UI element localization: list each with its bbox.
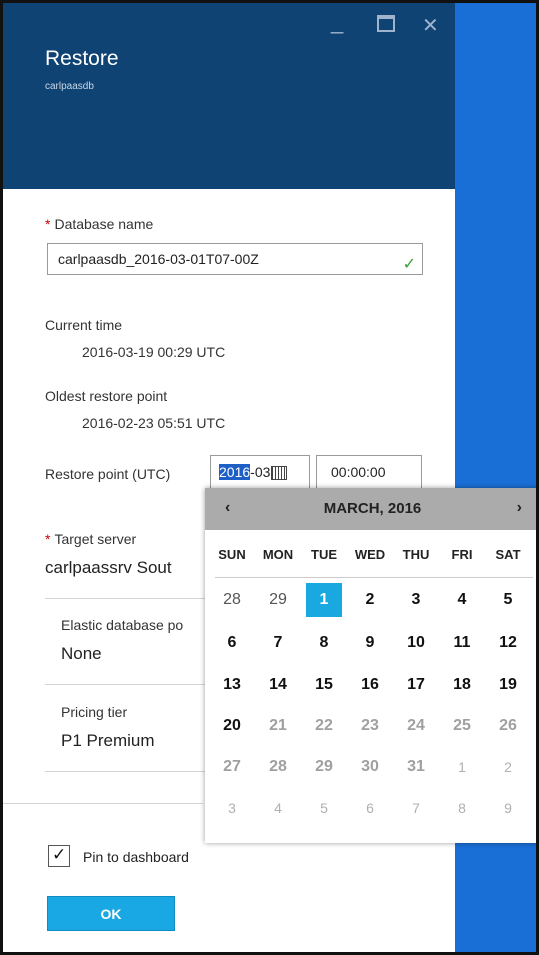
checkmark-icon: ✓ — [52, 845, 67, 864]
calendar-day[interactable]: 17 — [398, 668, 434, 702]
calendar-day[interactable]: 9 — [490, 791, 526, 825]
valid-check-icon: ✓ — [402, 256, 416, 273]
weekday-label: MON — [262, 547, 294, 562]
calendar-day[interactable]: 14 — [260, 668, 296, 702]
database-name-field[interactable]: carlpaasdb_2016-03-01T07-00Z ✓ — [47, 243, 423, 275]
current-time-label: Current time — [45, 317, 123, 333]
weekday-label: WED — [354, 547, 386, 562]
page-title: Restore — [45, 47, 119, 70]
calendar-day[interactable]: 29 — [260, 583, 296, 617]
calendar-day[interactable]: 5 — [490, 583, 526, 617]
calendar-day[interactable]: 29 — [306, 750, 342, 784]
calendar-day[interactable]: 7 — [398, 791, 434, 825]
calendar-day[interactable]: 8 — [306, 626, 342, 660]
calendar-day[interactable]: 3 — [398, 583, 434, 617]
calendar-day[interactable]: 23 — [352, 709, 388, 743]
calendar-day[interactable]: 15 — [306, 668, 342, 702]
calendar-day[interactable]: 2 — [352, 583, 388, 617]
pricing-tier-label: Pricing tier — [61, 704, 128, 720]
oldest-restore-point-value: 2016-02-23 05:51 UTC — [82, 415, 226, 431]
calendar-day[interactable]: 22 — [306, 709, 342, 743]
restore-point-label: Restore point (UTC) — [45, 466, 171, 482]
calendar-day[interactable]: 26 — [490, 709, 526, 743]
calendar-day[interactable]: 19 — [490, 668, 526, 702]
date-picker-popup: ‹ MARCH, 2016 › SUN MON TUE WED THU FRI SAT 28… — [205, 488, 536, 843]
calendar-day[interactable]: 31 — [398, 750, 434, 784]
weekday-label: THU — [402, 547, 430, 562]
calendar-day[interactable]: 3 — [214, 791, 250, 825]
restore-time-field[interactable]: 00:00:00 — [316, 455, 422, 489]
ok-button[interactable]: OK — [47, 896, 175, 931]
weekday-divider — [215, 577, 533, 578]
weekday-label: SUN — [218, 547, 246, 562]
database-name-label: * Database name — [45, 216, 154, 232]
calendar-day[interactable]: 11 — [444, 626, 480, 660]
calendar-day[interactable]: 7 — [260, 626, 296, 660]
page-subtitle: carlpaasdb — [45, 81, 94, 92]
calendar-day[interactable]: 24 — [398, 709, 434, 743]
required-marker: * — [45, 531, 51, 547]
calendar-day[interactable]: 27 — [214, 750, 250, 784]
pin-to-dashboard-label[interactable]: Pin to dashboard — [83, 849, 189, 865]
next-month-button[interactable]: › — [517, 499, 522, 517]
calendar-day[interactable]: 28 — [214, 583, 250, 617]
close-icon[interactable]: ✕ — [422, 16, 439, 36]
calendar-day[interactable]: 16 — [352, 668, 388, 702]
restore-date-field[interactable]: 2016-03 — [210, 455, 310, 489]
pin-to-dashboard-checkbox[interactable]: ✓ — [48, 845, 70, 867]
calendar-day[interactable]: 10 — [398, 626, 434, 660]
calendar-day[interactable]: 21 — [260, 709, 296, 743]
required-marker: * — [45, 216, 51, 232]
calendar-day[interactable]: 4 — [444, 583, 480, 617]
footer-divider — [3, 803, 203, 804]
restore-date-month: -03 — [250, 464, 271, 480]
target-server-value[interactable]: carlpaassrv Sout — [45, 558, 172, 578]
pricing-tier-value[interactable]: P1 Premium — [61, 731, 155, 751]
calendar-day[interactable]: 12 — [490, 626, 526, 660]
calendar-day[interactable]: 6 — [352, 791, 388, 825]
calendar-month-label: MARCH, 2016 — [323, 500, 422, 517]
elastic-pool-value[interactable]: None — [61, 644, 102, 664]
calendar-header: ‹ MARCH, 2016 › — [205, 488, 536, 530]
calendar-day[interactable]: 28 — [260, 750, 296, 784]
current-time-value: 2016-03-19 00:29 UTC — [82, 344, 226, 360]
calendar-day[interactable]: 9 — [352, 626, 388, 660]
minimize-icon[interactable]: _ — [331, 11, 343, 33]
calendar-day[interactable]: 5 — [306, 791, 342, 825]
maximize-icon[interactable] — [377, 15, 395, 32]
calendar-day[interactable]: 6 — [214, 626, 250, 660]
calendar-icon[interactable] — [271, 466, 288, 481]
weekday-label: FRI — [451, 547, 473, 562]
calendar-day-selected[interactable]: 1 — [306, 583, 342, 617]
elastic-pool-label: Elastic database po — [61, 617, 184, 633]
oldest-restore-point-label: Oldest restore point — [45, 388, 168, 404]
calendar-day[interactable]: 2 — [490, 750, 526, 784]
calendar-day[interactable]: 20 — [214, 709, 250, 743]
calendar-day[interactable]: 1 — [444, 750, 480, 784]
weekday-label: TUE — [311, 547, 337, 562]
target-server-label: * Target server — [45, 531, 137, 547]
blade-header: Restore carlpaasdb _ ✕ — [3, 3, 455, 189]
calendar-day[interactable]: 30 — [352, 750, 388, 784]
calendar-day[interactable]: 13 — [214, 668, 250, 702]
restore-date-year: 2016 — [219, 464, 251, 480]
restore-blade: Restore carlpaasdb _ ✕ * Database name ca… — [0, 0, 539, 955]
calendar-day[interactable]: 8 — [444, 791, 480, 825]
calendar-day[interactable]: 25 — [444, 709, 480, 743]
calendar-day[interactable]: 18 — [444, 668, 480, 702]
calendar-day[interactable]: 4 — [260, 791, 296, 825]
weekday-label: SAT — [495, 547, 521, 562]
